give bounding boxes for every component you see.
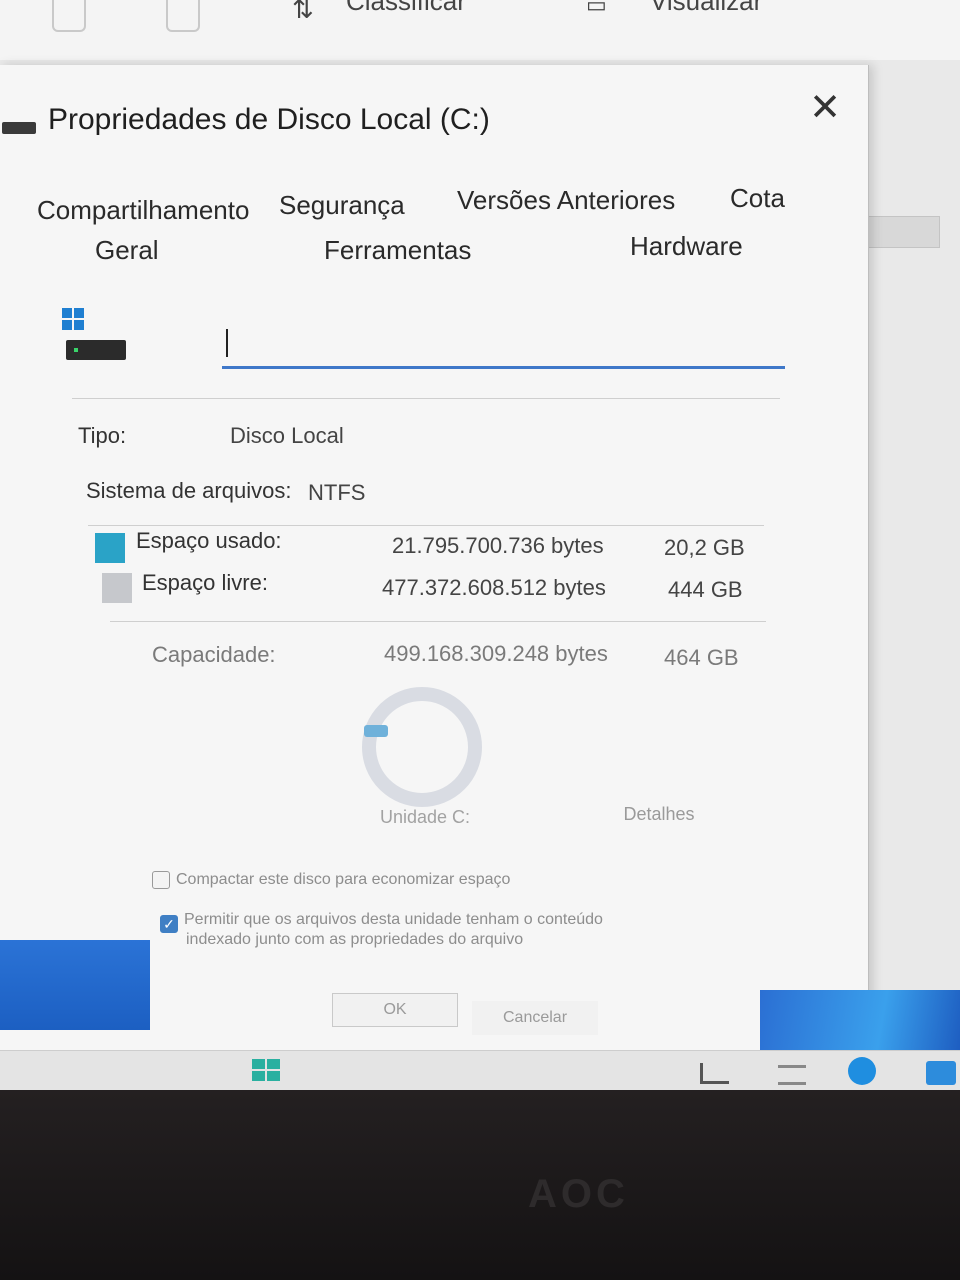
details-button[interactable]: Detalhes	[608, 797, 710, 831]
tab-versoes-anteriores[interactable]: Versões Anteriores	[457, 185, 675, 216]
desktop-wallpaper	[0, 940, 150, 1030]
free-space-bytes: 477.372.608.512 bytes	[382, 575, 606, 600]
used-space-label: Espaço usado:	[136, 528, 282, 553]
capacity-bytes: 499.168.309.248 bytes	[384, 641, 608, 666]
monitor-brand-logo: AOC	[528, 1172, 629, 1216]
background-explorer-toolbar: ⇅ Classificar ▭ Visualizar	[0, 0, 960, 60]
store-icon[interactable]	[926, 1061, 956, 1085]
rename-icon[interactable]	[166, 0, 200, 32]
used-space-gb: 20,2 GB	[664, 535, 745, 560]
tab-geral[interactable]: Geral	[95, 235, 159, 266]
free-space-gb: 444 GB	[668, 577, 743, 602]
free-space-swatch	[102, 573, 132, 603]
tab-hardware[interactable]: Hardware	[630, 231, 743, 262]
used-space-bytes: 21.795.700.736 bytes	[392, 533, 604, 558]
sort-button[interactable]: Classificar	[346, 0, 466, 17]
tab-cota[interactable]: Cota	[730, 183, 785, 214]
view-button[interactable]: Visualizar	[650, 0, 762, 17]
filesystem-value: NTFS	[308, 480, 366, 505]
cancel-button[interactable]: Cancelar	[472, 1001, 598, 1035]
dialog-title: Propriedades de Disco Local (C:)	[48, 103, 490, 136]
monitor-screen: ⇅ Classificar ▭ Visualizar Propriedades …	[0, 0, 960, 1090]
used-space-swatch	[95, 533, 125, 563]
filesystem-label: Sistema de arquivos:	[86, 478, 292, 503]
start-button[interactable]	[252, 1059, 282, 1083]
ok-button[interactable]: OK	[332, 993, 458, 1027]
index-checkbox[interactable]: ✓	[160, 915, 178, 933]
capacity-label: Capacidade:	[152, 642, 276, 667]
separator	[88, 525, 764, 526]
properties-dialog: Propriedades de Disco Local (C:) ✕ Compa…	[0, 65, 869, 1055]
capacity-gb: 464 GB	[664, 645, 739, 670]
monitor-bezel	[0, 1090, 960, 1280]
tab-seguranca[interactable]: Segurança	[279, 190, 405, 221]
windows-logo-icon	[62, 308, 84, 330]
compress-label: Compactar este disco para economizar esp…	[176, 871, 511, 888]
drive-title-icon	[2, 122, 36, 134]
edge-icon[interactable]	[848, 1057, 876, 1085]
folder-icon[interactable]	[700, 1063, 729, 1084]
drive-label-input[interactable]	[222, 323, 785, 369]
share-icon[interactable]	[52, 0, 86, 32]
hard-drive-icon	[66, 340, 126, 360]
drive-caption: Unidade C:	[380, 807, 471, 827]
tab-compartilhamento[interactable]: Compartilhamento	[37, 195, 249, 226]
separator	[110, 621, 766, 622]
type-label: Tipo:	[78, 423, 127, 448]
drive-led	[74, 348, 78, 352]
taskbar	[0, 1050, 960, 1090]
usage-donut-chart	[362, 687, 482, 807]
type-value: Disco Local	[230, 423, 344, 448]
free-space-label: Espaço livre:	[142, 570, 268, 595]
view-icon: ▭	[586, 0, 607, 17]
app-icon[interactable]	[778, 1065, 806, 1085]
donut-used-segment	[364, 725, 388, 737]
compress-checkbox[interactable]	[152, 871, 170, 889]
sort-arrow-icon: ⇅	[292, 0, 314, 24]
tab-ferramentas[interactable]: Ferramentas	[324, 235, 471, 266]
close-button[interactable]: ✕	[800, 83, 850, 133]
separator	[72, 398, 780, 399]
index-label-line2: indexado junto com as propriedades do ar…	[186, 931, 524, 948]
text-caret	[226, 329, 228, 357]
index-label-line1: Permitir que os arquivos desta unidade t…	[184, 911, 603, 928]
